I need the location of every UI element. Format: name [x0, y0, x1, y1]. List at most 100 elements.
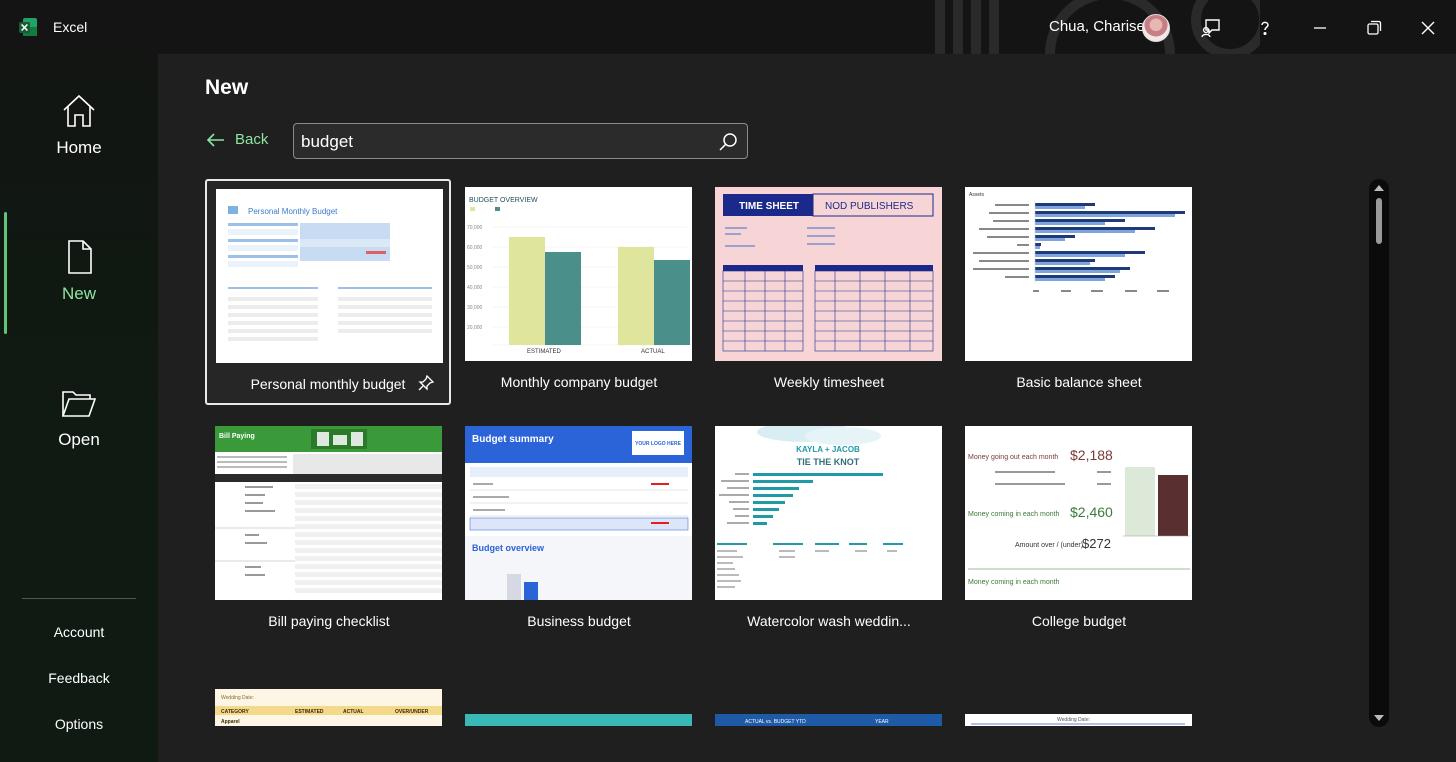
template-thumbnail: Wedding Date: CATEGORY ESTIMATED ACTUAL …	[215, 689, 442, 726]
mcb-actual-label: ACTUAL	[641, 349, 665, 355]
template-caption: Business budget	[527, 613, 631, 629]
col-in-footer: Money coming in each month	[968, 579, 1060, 586]
excel-logo-icon	[19, 18, 37, 36]
col-over-label: Amount over / (under)	[1015, 542, 1083, 549]
template-caption: Personal monthly budget	[250, 376, 406, 392]
template-card-weekly-timesheet[interactable]: TIME SHEET NOD PUBLISHERS Weekly timeshe…	[706, 179, 952, 405]
sidebar-divider	[22, 598, 136, 599]
template-card-business-budget[interactable]: Budget summary YOUR LOGO HERE Budget ove…	[456, 418, 702, 644]
bus-overview: Budget overview	[472, 543, 545, 553]
r3c-header: ACTUAL vs. BUDGET YTD	[745, 719, 806, 725]
col-out-label: Money going out each month	[968, 454, 1058, 461]
template-caption: Basic balance sheet	[1016, 374, 1142, 390]
title-bar: Excel Chua, Charise	[0, 0, 1456, 54]
svg-text:20,000: 20,000	[467, 325, 483, 331]
r3d-date: Wedding Date:	[1057, 717, 1090, 723]
sidebar-item-new[interactable]: New	[0, 238, 158, 348]
svg-text:60,000: 60,000	[467, 245, 483, 251]
template-caption: Watercolor wash weddin...	[747, 613, 911, 629]
r3a-row: Apparel	[221, 719, 240, 725]
template-card-row3-2[interactable]	[456, 706, 702, 726]
close-icon[interactable]	[1414, 14, 1442, 42]
bus-logo: YOUR LOGO HERE	[635, 441, 682, 447]
template-card-basic-balance-sheet[interactable]: Assets Basic balance sheet	[956, 179, 1202, 405]
ts-time-sheet: TIME SHEET	[739, 201, 799, 212]
template-thumbnail: BUDGET OVERVIEW 70,000 60,000 50,000 40,00…	[465, 187, 692, 361]
sidebar: Home New Open Account Feedback Options	[0, 54, 158, 762]
ts-publisher: NOD PUBLISHERS	[825, 201, 914, 212]
mcb-title: BUDGET OVERVIEW	[469, 197, 538, 204]
scroll-thumb[interactable]	[1376, 198, 1382, 244]
scroll-down-icon[interactable]	[1374, 715, 1384, 721]
help-icon[interactable]	[1251, 14, 1279, 42]
mcb-estimated-label: ESTIMATED	[527, 349, 562, 355]
template-caption: College budget	[1031, 613, 1127, 629]
col-in-value: $2,460	[1070, 504, 1113, 520]
scrollbar[interactable]	[1369, 179, 1389, 727]
r3a-category: CATEGORY	[221, 709, 249, 715]
template-thumbnail	[465, 714, 692, 726]
sidebar-item-label: Open	[58, 430, 100, 449]
svg-text:40,000: 40,000	[467, 285, 483, 291]
col-in-label: Money coming in each month	[968, 511, 1060, 518]
template-thumbnail: KAYLA + JACOB TIE THE KNOT	[715, 426, 942, 600]
scroll-up-icon[interactable]	[1374, 185, 1384, 191]
wed-names: KAYLA + JACOB	[796, 445, 860, 454]
back-arrow-icon	[206, 132, 224, 147]
restore-icon[interactable]	[1360, 14, 1388, 42]
template-caption: Bill paying checklist	[268, 613, 390, 629]
template-thumbnail: TIME SHEET NOD PUBLISHERS	[715, 187, 942, 361]
sidebar-item-label: Home	[56, 138, 102, 157]
back-label: Back	[235, 131, 269, 148]
app-name: Excel	[53, 19, 88, 35]
sidebar-item-label: New	[61, 284, 96, 303]
template-card-bill-paying-checklist[interactable]: Bill Paying Bill paying checklist	[206, 418, 452, 644]
col-out-value: $2,188	[1070, 447, 1113, 463]
search-box	[293, 123, 748, 159]
search-input[interactable]	[301, 130, 701, 154]
template-card-actual-vs-budget[interactable]: ACTUAL vs. BUDGET YTD YEAR	[706, 706, 952, 726]
template-card-monthly-company-budget[interactable]: BUDGET OVERVIEW 70,000 60,000 50,000 40,00…	[456, 179, 702, 405]
bs-assets: Assets	[969, 192, 985, 198]
main-panel: New Back Personal Monthly Budget	[158, 54, 1456, 762]
template-card-watercolor-wash-wedding[interactable]: KAYLA + JACOB TIE THE KNOT Watercolor wa…	[706, 418, 952, 644]
back-button[interactable]: Back	[206, 131, 268, 148]
sidebar-item-open[interactable]: Open	[0, 384, 158, 494]
col-over-value: $272	[1082, 536, 1111, 551]
folder-open-icon	[61, 391, 97, 417]
template-thumbnail: ACTUAL vs. BUDGET YTD YEAR	[715, 714, 942, 726]
r3a-actual: ACTUAL	[343, 709, 364, 715]
template-thumbnail: Money going out each month $2,188 Money …	[965, 426, 1192, 600]
sidebar-item-home[interactable]: Home	[0, 92, 158, 202]
template-caption: Weekly timesheet	[773, 374, 885, 390]
r3a-over: OVER/UNDER	[395, 709, 429, 715]
template-thumbnail: Bill Paying	[215, 426, 442, 600]
sidebar-link-account[interactable]: Account	[0, 624, 158, 640]
feedback-icon[interactable]	[1197, 14, 1225, 42]
r3a-date: Wedding Date:	[221, 695, 254, 701]
sidebar-link-options[interactable]: Options	[0, 716, 158, 732]
search-icon[interactable]	[717, 131, 739, 153]
user-name[interactable]: Chua, Charise	[1049, 18, 1145, 35]
pmb-title: Personal Monthly Budget	[248, 207, 338, 216]
minimize-icon[interactable]	[1306, 14, 1334, 42]
wed-tagline: TIE THE KNOT	[797, 457, 860, 467]
svg-text:70,000: 70,000	[467, 225, 483, 231]
page-title: New	[205, 76, 249, 99]
template-thumbnail: Wedding Date:	[965, 714, 1192, 726]
new-document-icon	[68, 240, 92, 274]
template-card-college-budget[interactable]: Money going out each month $2,188 Money …	[956, 418, 1202, 644]
sidebar-link-feedback[interactable]: Feedback	[0, 670, 158, 686]
svg-text:50,000: 50,000	[467, 265, 483, 271]
template-card-personal-monthly-budget[interactable]: Personal Monthly Budget Personal monthly…	[205, 179, 451, 405]
template-card-wedding-budget[interactable]: Wedding Date: CATEGORY ESTIMATED ACTUAL …	[206, 681, 452, 726]
template-card-wedding-planner[interactable]: Wedding Date:	[956, 706, 1202, 726]
avatar[interactable]	[1142, 14, 1170, 42]
home-icon	[63, 94, 95, 127]
bp-title: Bill Paying	[219, 433, 255, 440]
template-thumbnail: Assets	[965, 187, 1192, 361]
r3c-year: YEAR	[875, 719, 889, 725]
pin-icon[interactable]	[417, 374, 435, 392]
svg-text:30,000: 30,000	[467, 305, 483, 311]
template-caption: Monthly company budget	[500, 374, 658, 390]
